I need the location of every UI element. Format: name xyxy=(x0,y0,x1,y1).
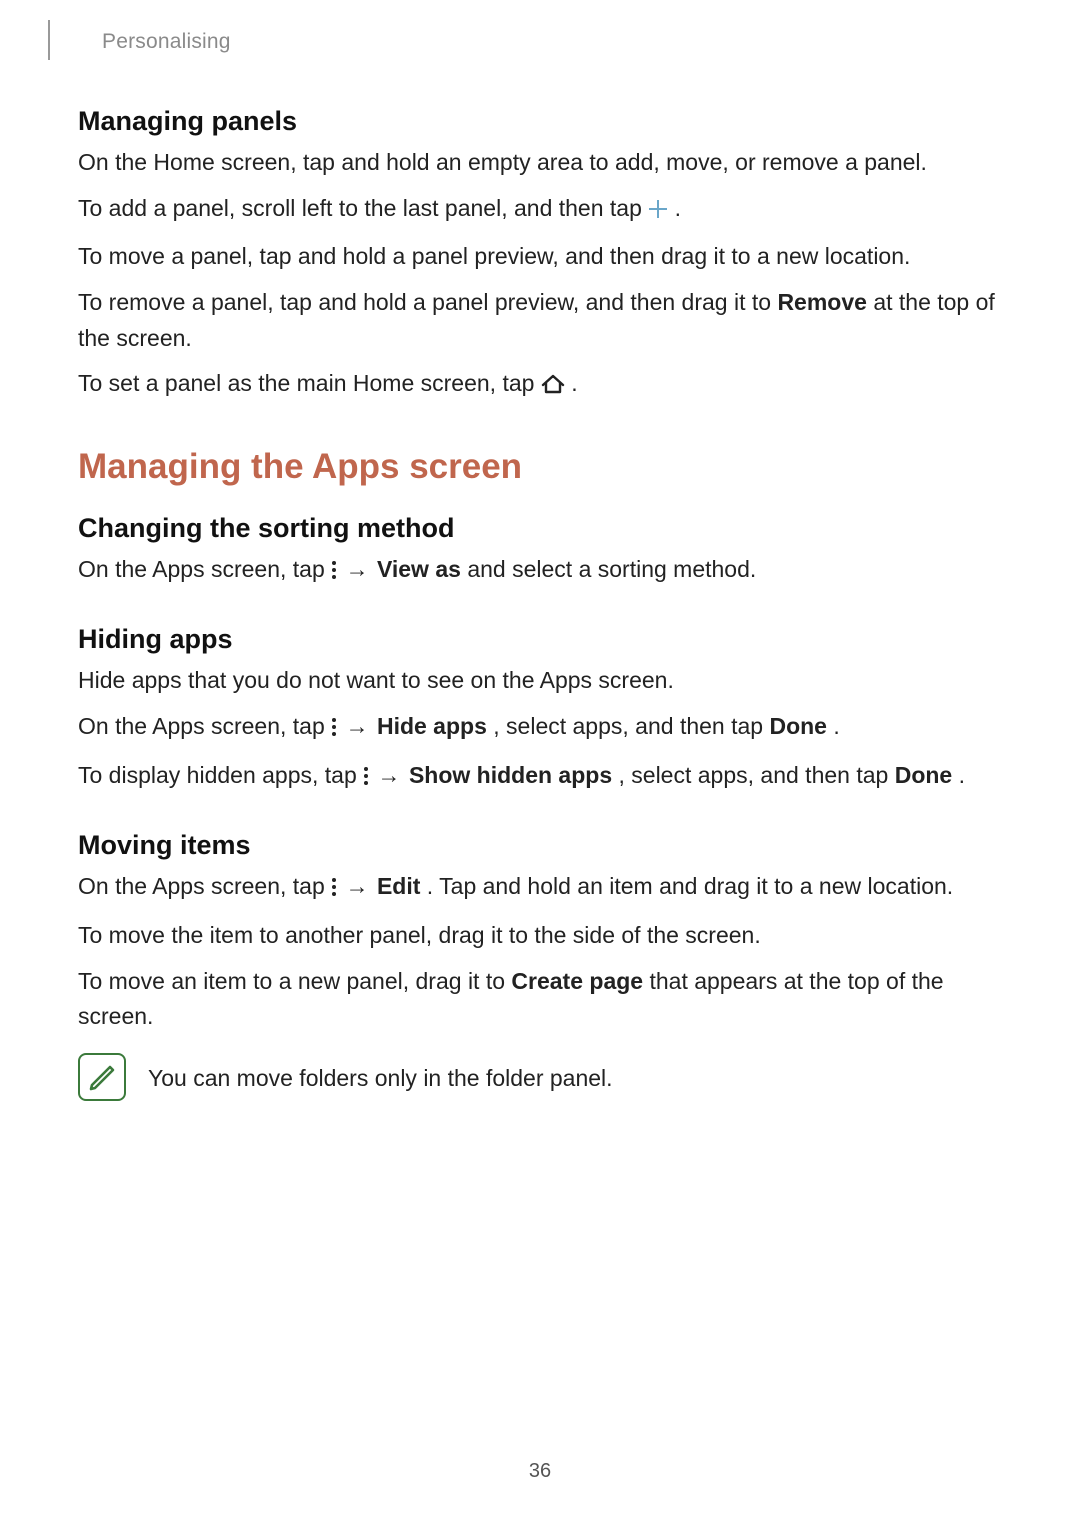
heading-hiding-apps: Hiding apps xyxy=(78,624,1002,655)
para-moving-edit: On the Apps screen, tap → Edit . Tap and… xyxy=(78,869,1002,908)
bold-done: Done xyxy=(769,713,827,739)
para-hiding-hide: On the Apps screen, tap → Hide apps , se… xyxy=(78,709,1002,748)
home-icon xyxy=(541,369,565,405)
more-options-icon xyxy=(331,555,337,591)
text-fragment: and select a sorting method. xyxy=(467,556,756,582)
page-content: Managing panels On the Home screen, tap … xyxy=(78,106,1002,1101)
heading-moving-items: Moving items xyxy=(78,830,1002,861)
heading-sorting-method: Changing the sorting method xyxy=(78,513,1002,544)
text-fragment: On the Apps screen, tap xyxy=(78,556,331,582)
para-panels-add: To add a panel, scroll left to the last … xyxy=(78,191,1002,230)
arrow-icon: → xyxy=(376,758,403,794)
para-moving-side: To move the item to another panel, drag … xyxy=(78,918,1002,954)
para-panels-remove: To remove a panel, tap and hold a panel … xyxy=(78,285,1002,356)
text-fragment: To remove a panel, tap and hold a panel … xyxy=(78,289,777,315)
para-hiding-intro: Hide apps that you do not want to see on… xyxy=(78,663,1002,699)
text-fragment: . Tap and hold an item and drag it to a … xyxy=(427,873,953,899)
note-row: You can move folders only in the folder … xyxy=(78,1053,1002,1101)
arrow-icon: → xyxy=(344,552,371,588)
page-number: 36 xyxy=(0,1460,1080,1483)
text-fragment: On the Apps screen, tap xyxy=(78,713,331,739)
text-fragment: To add a panel, scroll left to the last … xyxy=(78,195,648,221)
arrow-icon: → xyxy=(344,709,371,745)
bold-show-hidden-apps: Show hidden apps xyxy=(409,762,612,788)
more-options-icon xyxy=(331,712,337,748)
text-fragment: . xyxy=(675,195,681,221)
bold-create-page: Create page xyxy=(511,968,643,994)
heading-managing-apps-screen: Managing the Apps screen xyxy=(78,447,1002,487)
text-fragment: . xyxy=(571,370,577,396)
note-icon xyxy=(78,1053,126,1101)
heading-managing-panels: Managing panels xyxy=(78,106,1002,137)
header-section-label: Personalising xyxy=(102,30,231,54)
text-fragment: To display hidden apps, tap xyxy=(78,762,363,788)
para-panels-move: To move a panel, tap and hold a panel pr… xyxy=(78,239,1002,275)
text-fragment: , select apps, and then tap xyxy=(493,713,769,739)
text-fragment: . xyxy=(959,762,965,788)
para-sorting: On the Apps screen, tap → View as and se… xyxy=(78,552,1002,591)
para-hiding-show: To display hidden apps, tap → Show hidde… xyxy=(78,758,1002,797)
note-text: You can move folders only in the folder … xyxy=(148,1053,613,1097)
text-fragment: . xyxy=(833,713,839,739)
plus-icon xyxy=(648,194,668,230)
header-divider xyxy=(48,20,50,60)
text-fragment: , select apps, and then tap xyxy=(619,762,895,788)
more-options-icon xyxy=(331,872,337,908)
more-options-icon xyxy=(363,761,369,797)
bold-remove: Remove xyxy=(777,289,866,315)
bold-edit: Edit xyxy=(377,873,420,899)
text-fragment: On the Apps screen, tap xyxy=(78,873,331,899)
arrow-icon: → xyxy=(344,869,371,905)
bold-hide-apps: Hide apps xyxy=(377,713,487,739)
para-panels-set-main: To set a panel as the main Home screen, … xyxy=(78,366,1002,405)
para-panels-intro: On the Home screen, tap and hold an empt… xyxy=(78,145,1002,181)
text-fragment: To move an item to a new panel, drag it … xyxy=(78,968,511,994)
text-fragment: To set a panel as the main Home screen, … xyxy=(78,370,541,396)
bold-view-as: View as xyxy=(377,556,461,582)
bold-done: Done xyxy=(895,762,953,788)
para-moving-create-page: To move an item to a new panel, drag it … xyxy=(78,964,1002,1035)
